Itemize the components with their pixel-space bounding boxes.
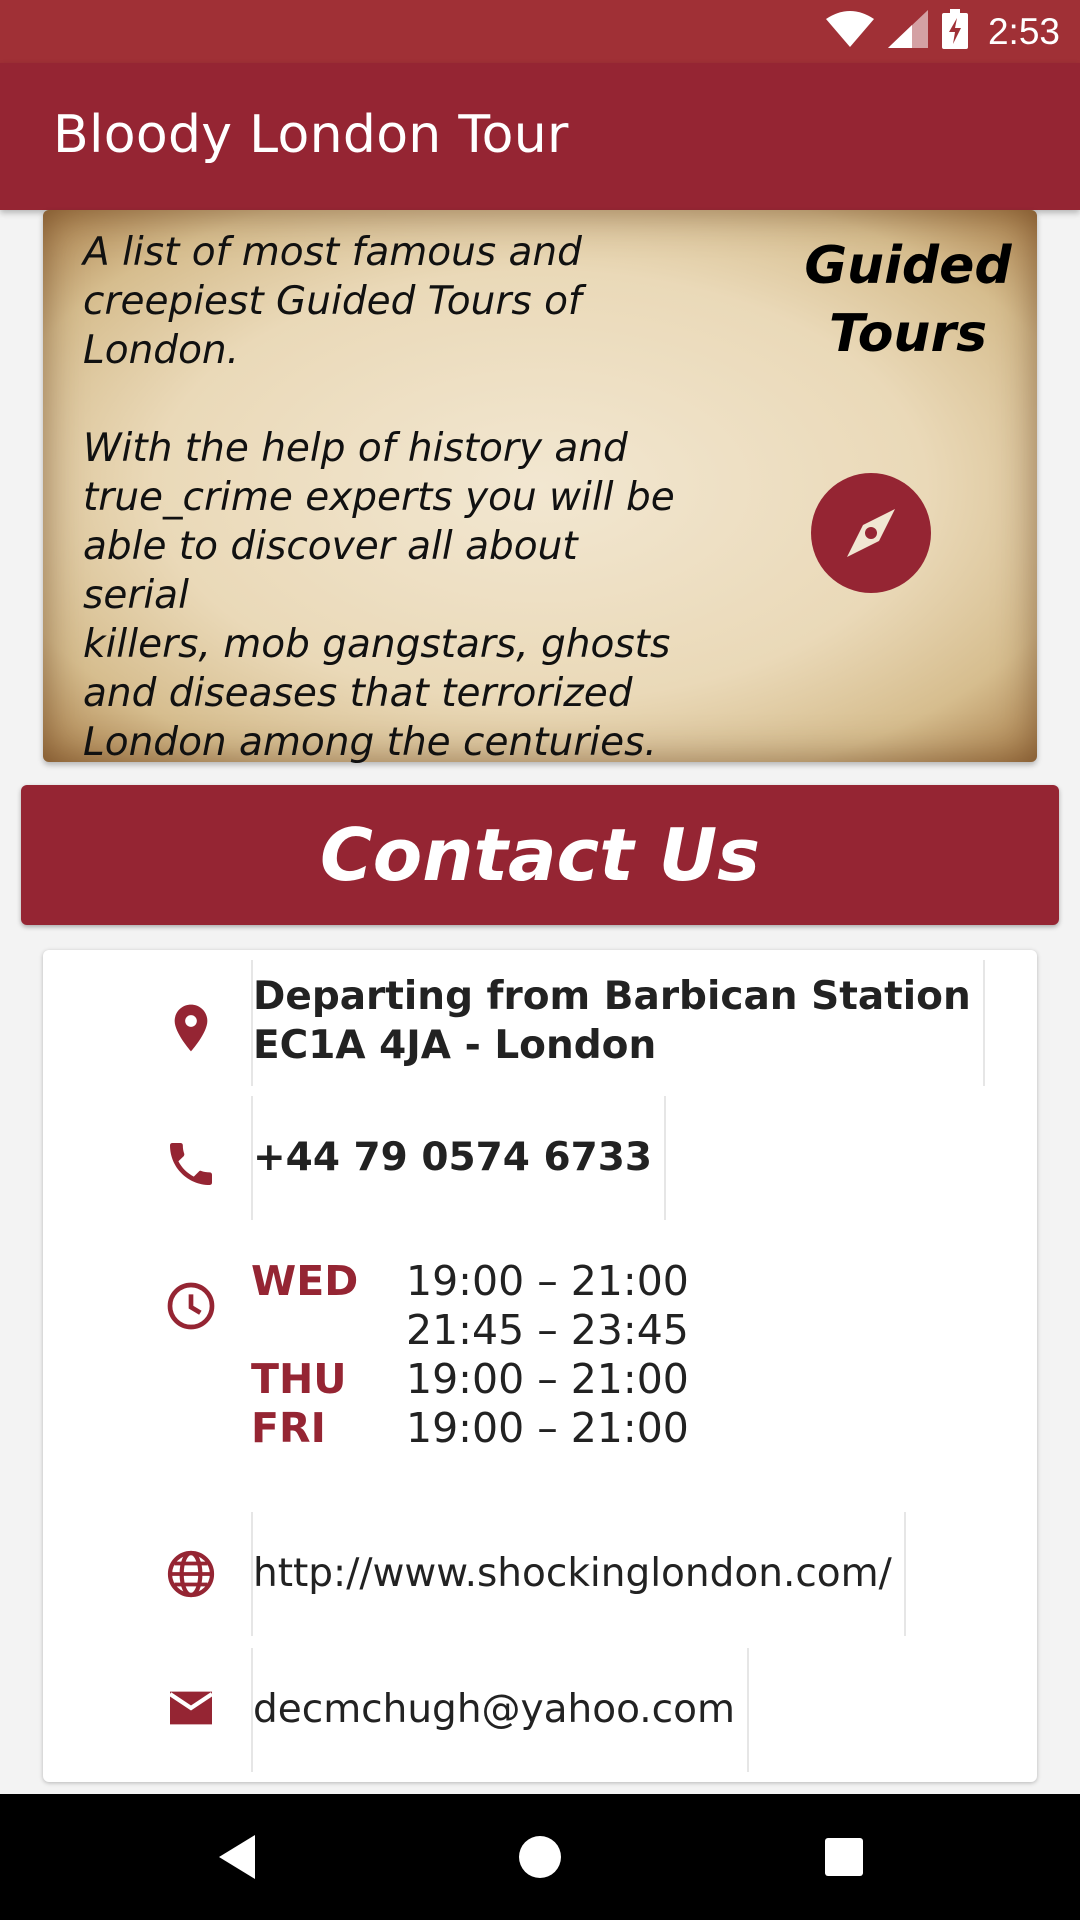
phone-number[interactable]: +44 79 0574 6733	[251, 1096, 667, 1220]
website-link[interactable]: http://www.shockinglondon.com/	[251, 1512, 906, 1636]
hours-time: 19:00 – 21:00	[406, 1355, 689, 1403]
guided-tours-card[interactable]: A list of most famous and creepiest Guid…	[43, 210, 1037, 765]
hours-row: WED 19:00 – 21:00	[251, 1257, 689, 1306]
hours-time: 21:45 – 23:45	[406, 1306, 689, 1354]
phone-icon	[163, 1136, 219, 1192]
hours-day: FRI	[251, 1404, 326, 1452]
intro-description: A list of most famous and creepiest Guid…	[83, 230, 675, 765]
status-time: 2:53	[987, 10, 1060, 52]
home-button[interactable]	[480, 1794, 600, 1920]
app-title: Bloody London Tour	[53, 105, 569, 165]
app-bar: Bloody London Tour	[0, 63, 1080, 210]
globe-icon	[163, 1546, 219, 1602]
home-icon	[519, 1836, 561, 1878]
opening-hours: WED 19:00 – 21:00 21:45 – 23:45 THU 19:0…	[251, 1257, 689, 1453]
recents-icon	[825, 1838, 863, 1876]
recents-button[interactable]	[784, 1794, 904, 1920]
hours-day: THU	[251, 1355, 347, 1403]
location-pin-icon	[163, 1000, 219, 1056]
hours-row: 21:45 – 23:45	[251, 1306, 689, 1355]
battery-charging-icon	[941, 9, 968, 54]
guided-tours-title: Guided Tours	[804, 236, 1012, 364]
clock-icon	[163, 1278, 219, 1334]
hours-row: THU 19:00 – 21:00	[251, 1355, 689, 1404]
back-icon	[219, 1835, 255, 1879]
signal-icon	[887, 10, 928, 53]
hours-time: 19:00 – 21:00	[406, 1404, 689, 1452]
contact-us-banner: Contact Us	[21, 785, 1059, 925]
hours-time: 19:00 – 21:00	[406, 1257, 689, 1305]
navigation-bar	[0, 1794, 1080, 1920]
contact-us-heading: Contact Us	[319, 813, 761, 897]
hours-day: WED	[251, 1257, 359, 1305]
email-icon	[163, 1680, 219, 1736]
address-text[interactable]: Departing from Barbican Station EC1A 4JA…	[251, 960, 985, 1086]
wifi-icon	[825, 11, 874, 52]
contact-details-card: Departing from Barbican Station EC1A 4JA…	[43, 950, 1037, 1782]
status-bar: 2:53	[0, 0, 1080, 63]
hours-row: FRI 19:00 – 21:00	[251, 1404, 689, 1453]
email-link[interactable]: decmchugh@yahoo.com	[251, 1648, 749, 1772]
compass-icon[interactable]	[811, 473, 931, 593]
hours-day	[251, 1306, 406, 1355]
back-button[interactable]	[177, 1794, 297, 1920]
